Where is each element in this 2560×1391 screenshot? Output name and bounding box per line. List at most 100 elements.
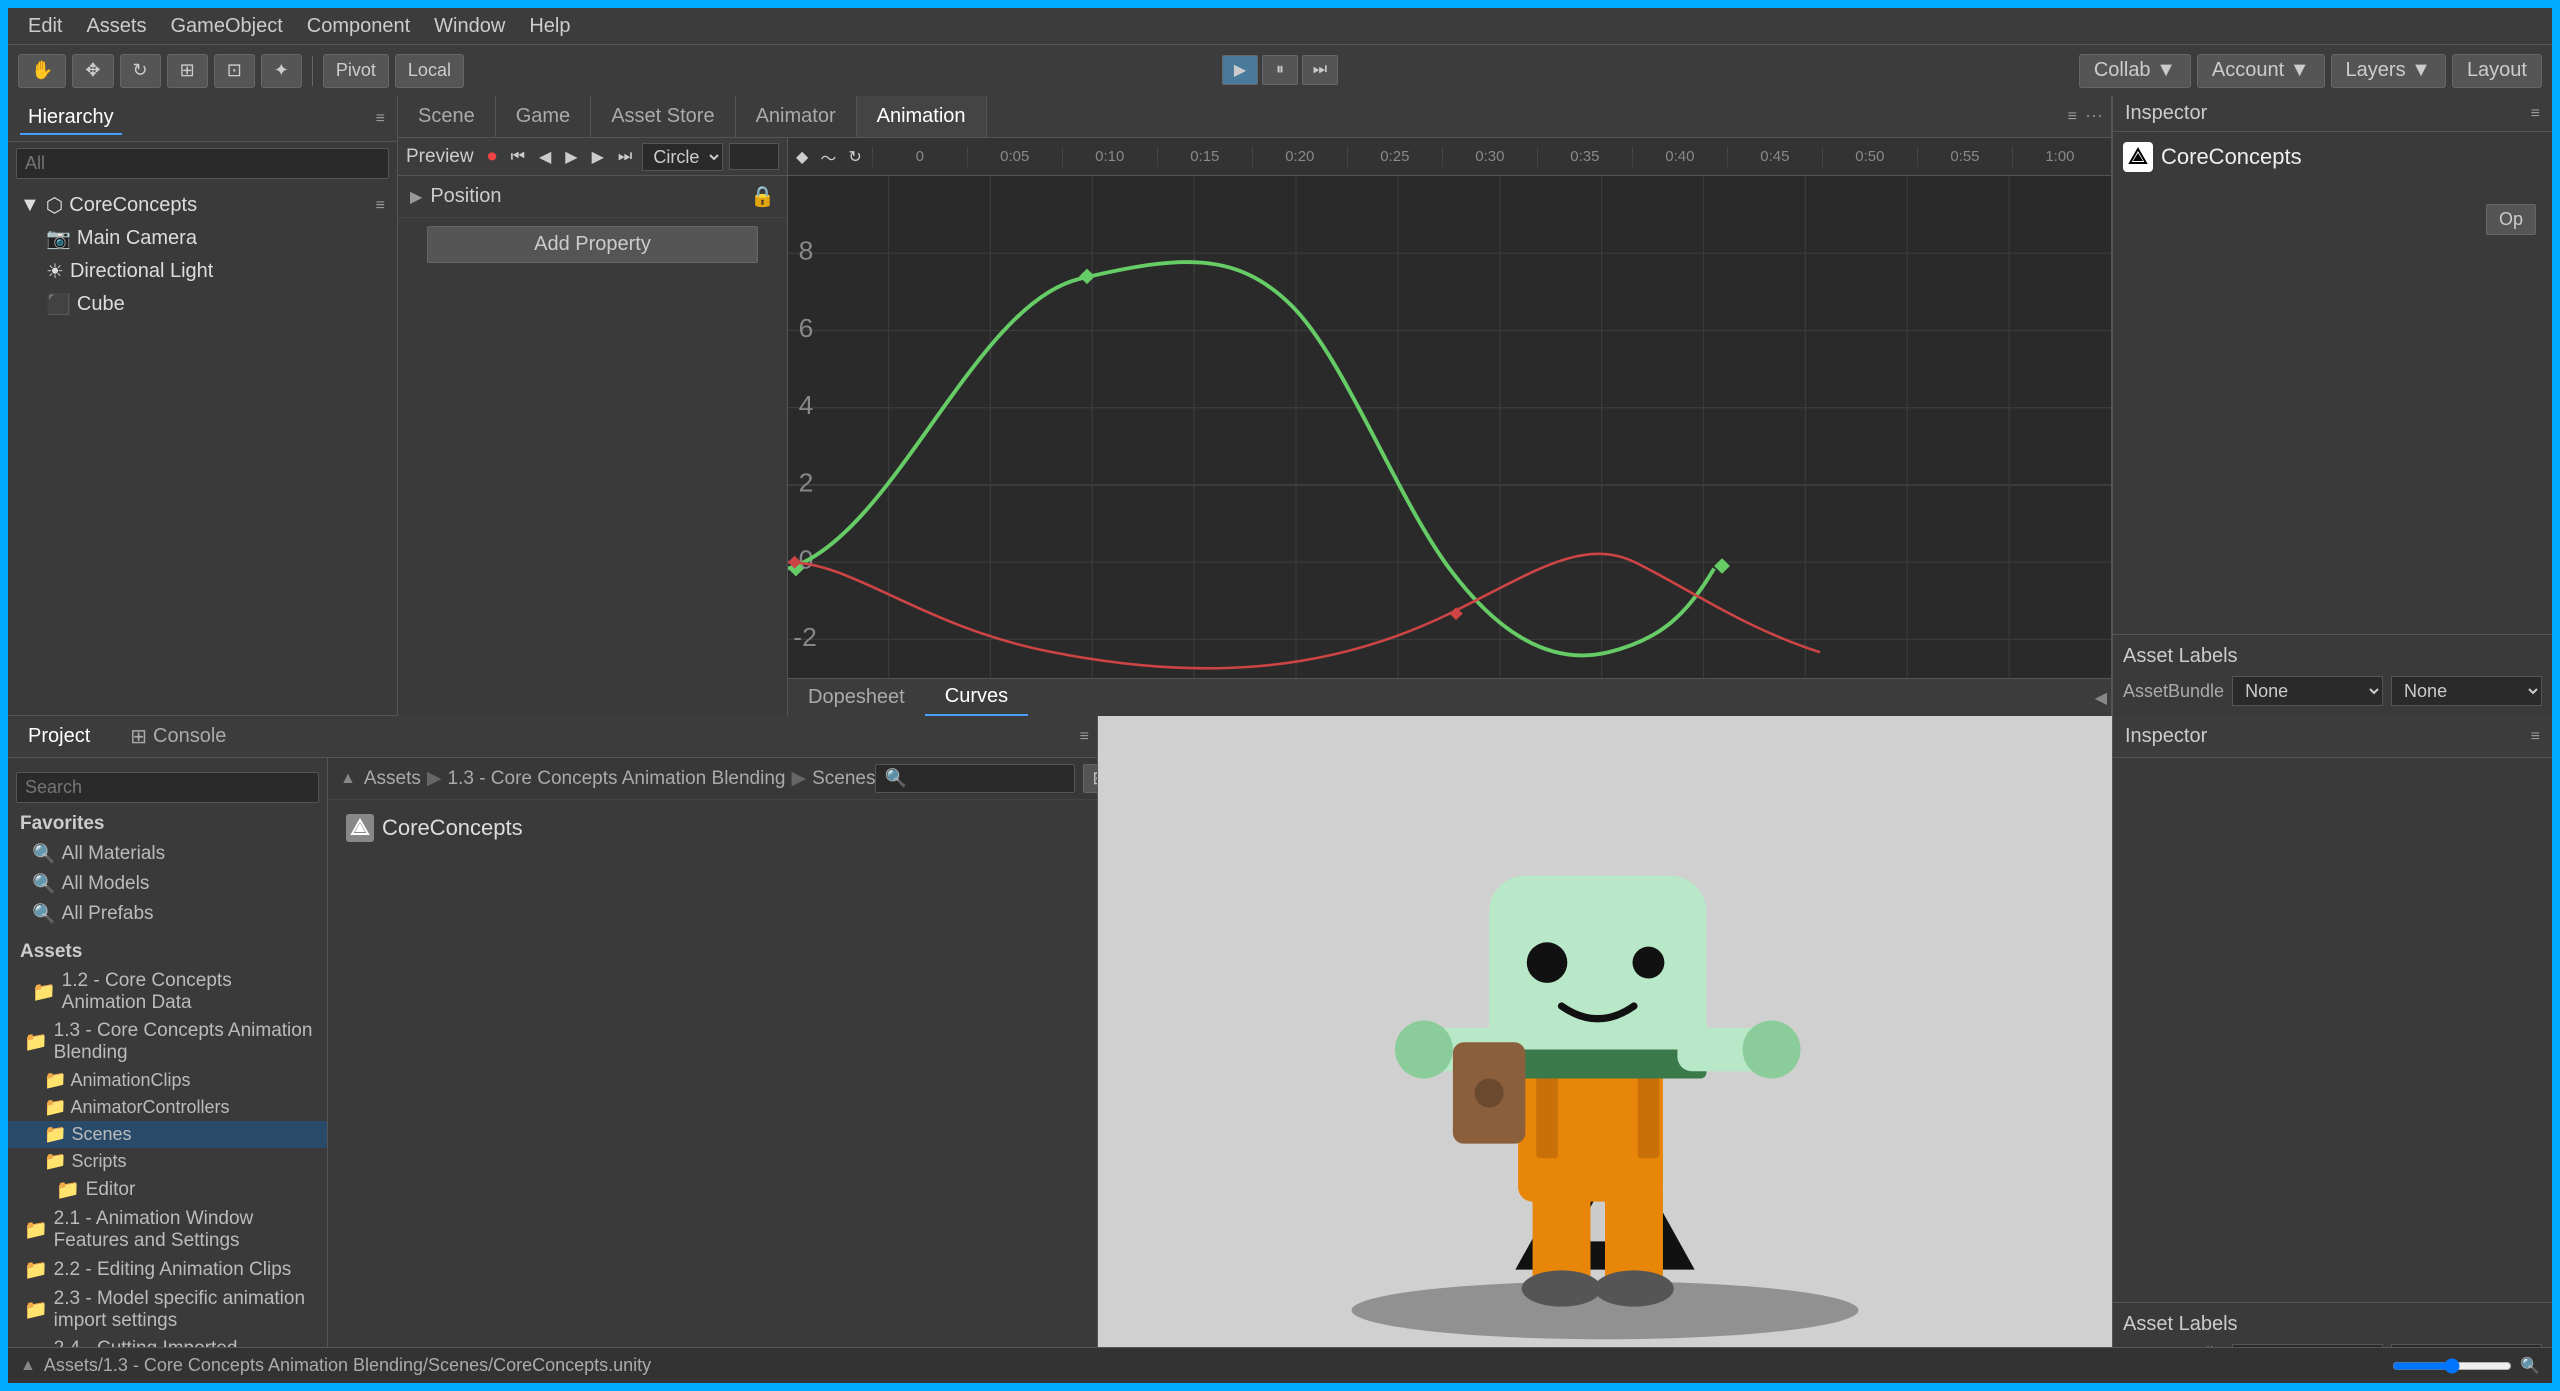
project-asset-3[interactable]: 📁 AnimatorControllers (8, 1094, 327, 1121)
light-icon: ☀ (46, 259, 64, 284)
project-panel: Project ⊞ Console ≡ Favorites 🔍 (8, 716, 1098, 1383)
hierarchy-header: Hierarchy ≡ (8, 96, 397, 142)
menu-help[interactable]: Help (519, 13, 580, 40)
tab-dopesheet[interactable]: Dopesheet (788, 680, 925, 715)
menu-gameobject[interactable]: GameObject (161, 13, 293, 40)
hierarchy-camera-label: Main Camera (77, 227, 197, 250)
ruler-4: 0:20 (1252, 147, 1347, 167)
anim-prev-frame[interactable]: ◀ (535, 145, 555, 169)
play-controls: ▶ ⏸ ⏭ (1222, 44, 1338, 96)
bottom-bar-path: Assets/1.3 - Core Concepts Animation Ble… (44, 1355, 651, 1376)
account-button[interactable]: Account ▼ (2197, 54, 2325, 88)
hierarchy-menu-btn[interactable]: ≡ (376, 110, 385, 128)
breadcrumb-scenes[interactable]: Scenes (812, 768, 875, 790)
search-icon-mat: 🔍 (32, 842, 56, 866)
scroll-up-indicator[interactable]: ▲ (340, 770, 356, 788)
project-asset-8[interactable]: 📁 2.2 - Editing Animation Clips (8, 1255, 327, 1285)
tab-animator[interactable]: Animator (736, 96, 857, 137)
view-tabs-more[interactable]: ⋯ (2085, 106, 2103, 127)
breadcrumb-assets[interactable]: Assets (364, 768, 421, 790)
project-asset-6[interactable]: 📁 Editor (8, 1175, 327, 1205)
hierarchy-tab[interactable]: Hierarchy (20, 102, 122, 135)
unity-file-icon (346, 814, 374, 842)
asset-variant-select[interactable]: None (2391, 676, 2542, 706)
inspector-open-button[interactable]: Op (2486, 204, 2536, 235)
tab-console[interactable]: ⊞ Console (110, 718, 246, 755)
project-fav-materials[interactable]: 🔍 All Materials (8, 839, 327, 869)
hierarchy-item-cube[interactable]: ⬛ Cube (8, 288, 397, 321)
menu-window[interactable]: Window (424, 13, 515, 40)
project-search-right-input[interactable] (875, 764, 1075, 793)
tab-curves[interactable]: Curves (925, 679, 1028, 716)
anim-clip-select[interactable]: Circle (642, 143, 723, 171)
position-lock[interactable]: 🔒 (750, 184, 775, 209)
breadcrumb-blending[interactable]: 1.3 - Core Concepts Animation Blending (448, 768, 786, 790)
ruler-3: 0:15 (1157, 147, 1252, 167)
view-tabs-menu[interactable]: ≡ (2068, 108, 2077, 126)
ruler-0: 0 (872, 147, 967, 167)
menu-component[interactable]: Component (297, 13, 420, 40)
tab-game[interactable]: Game (496, 96, 591, 137)
assets-header: Assets (8, 937, 327, 967)
play-button[interactable]: ▶ (1222, 55, 1258, 85)
local-button[interactable]: Local (395, 54, 464, 88)
anim-frame-input[interactable]: 0 (729, 143, 779, 170)
right-inspector-bottom: Inspector ≡ Asset Labels AssetBundle Non… (2112, 716, 2552, 1383)
project-fav-models[interactable]: 🔍 All Models (8, 869, 327, 899)
timeline-curve-btn[interactable]: 〜 (816, 143, 840, 171)
step-button[interactable]: ⏭ (1302, 55, 1338, 85)
tab-project[interactable]: Project (8, 719, 110, 754)
toolbar-transform-tool[interactable]: ✦ (261, 54, 302, 88)
anim-first-frame[interactable]: ⏮ (507, 146, 529, 168)
hierarchy-search[interactable] (16, 148, 389, 179)
menu-assets[interactable]: Assets (76, 13, 156, 40)
project-search-input[interactable] (16, 772, 319, 803)
toolbar-scale-tool[interactable]: ⊞ (167, 54, 208, 88)
fav-materials-label: All Materials (62, 843, 165, 865)
project-file-coreconcepts[interactable]: CoreConcepts (336, 808, 1089, 848)
curve-canvas[interactable]: 8 6 4 2 0 -2 (788, 176, 2111, 678)
pivot-button[interactable]: Pivot (323, 54, 389, 88)
project-view-toggle[interactable]: ⊞ (1083, 764, 1097, 793)
add-property-button[interactable]: Add Property (427, 226, 758, 263)
asset-bundle-select[interactable]: None (2232, 676, 2383, 706)
anim-last-frame[interactable]: ⏭ (614, 146, 636, 168)
toolbar-hand-tool[interactable]: ✋ (18, 54, 66, 88)
collab-button[interactable]: Collab ▼ (2079, 54, 2191, 88)
toolbar-rect-tool[interactable]: ⊡ (214, 54, 255, 88)
anim-next-frame[interactable]: ▶ (588, 145, 608, 169)
project-menu-btn[interactable]: ≡ (1080, 728, 1089, 746)
hierarchy-item-coreconcepts[interactable]: ▼ ⬡ CoreConcepts ≡ (8, 189, 397, 222)
project-fav-prefabs[interactable]: 🔍 All Prefabs (8, 899, 327, 929)
timeline-key-btn[interactable]: ◆ (792, 145, 812, 169)
anim-play[interactable]: ▶ (561, 145, 581, 169)
pause-button[interactable]: ⏸ (1262, 55, 1298, 85)
position-arrow: ▶ (410, 187, 422, 207)
hierarchy-item-menu[interactable]: ≡ (376, 197, 385, 215)
tab-scene[interactable]: Scene (398, 96, 496, 137)
search-icon-pre: 🔍 (32, 902, 56, 926)
project-asset-1[interactable]: 📁 1.3 - Core Concepts Animation Blending (8, 1017, 327, 1067)
project-asset-0[interactable]: 📁 1.2 - Core Concepts Animation Data (8, 967, 327, 1017)
project-asset-2[interactable]: 📁 AnimationClips (8, 1067, 327, 1094)
project-asset-9[interactable]: 📁 2.3 - Model specific animation import … (8, 1285, 327, 1335)
zoom-slider[interactable] (2392, 1358, 2512, 1374)
layers-button[interactable]: Layers ▼ (2331, 54, 2446, 88)
right-inspector-menu[interactable]: ≡ (2531, 728, 2540, 746)
hierarchy-item-dirlight[interactable]: ☀ Directional Light (8, 255, 397, 288)
toolbar-rotate-tool[interactable]: ↻ (120, 54, 161, 88)
inspector-menu-btn[interactable]: ≡ (2531, 105, 2540, 123)
menu-edit[interactable]: Edit (18, 13, 72, 40)
hierarchy-item-maincamera[interactable]: 📷 Main Camera (8, 222, 397, 255)
timeline-refresh-btn[interactable]: ↻ (844, 145, 865, 169)
favorites-header: Favorites (8, 809, 327, 839)
project-asset-5[interactable]: 📁 Scripts (8, 1148, 327, 1175)
tab-animation[interactable]: Animation (857, 96, 987, 137)
anim-record-btn[interactable]: ⏺ (484, 144, 501, 169)
project-asset-4[interactable]: 📁 Scenes (8, 1121, 327, 1148)
project-asset-7[interactable]: 📁 2.1 - Animation Window Features and Se… (8, 1205, 327, 1255)
toolbar-move-tool[interactable]: ✥ (72, 54, 113, 88)
tab-assetstore[interactable]: Asset Store (591, 96, 735, 137)
layout-button[interactable]: Layout (2452, 54, 2542, 88)
breadcrumb: Assets ▶ 1.3 - Core Concepts Animation B… (364, 767, 876, 790)
